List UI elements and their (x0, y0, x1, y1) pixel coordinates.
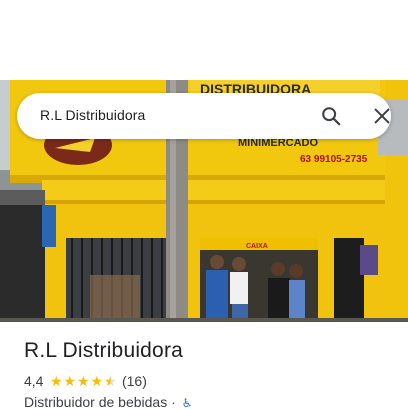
place-title: R.L Distribuidora (24, 339, 184, 362)
star-rating: ★ ★ ★ ★ ★ (49, 374, 117, 388)
phone-text: 63 99105-2735 (300, 154, 368, 165)
window-label: CAIXA (246, 243, 268, 250)
rating-value: 4,4 (24, 373, 44, 389)
search-icon[interactable] (320, 105, 342, 127)
category-label: Distribuidor de bebidas · (24, 394, 176, 410)
search-bar[interactable]: R.L Distribuidora (17, 93, 391, 139)
star-icon: ★ (90, 373, 103, 389)
star-icon: ★ (76, 373, 90, 389)
wheelchair-icon: ♿ (181, 396, 193, 410)
close-icon[interactable] (371, 105, 393, 127)
star-half-icon: ★ (103, 373, 117, 389)
star-icon: ★ (63, 373, 76, 389)
star-icon: ★ (49, 373, 63, 389)
category-row: Distribuidor de bebidas · ♿ (24, 394, 192, 410)
search-input[interactable]: R.L Distribuidora (40, 107, 145, 123)
rating-row[interactable]: 4,4 ★ ★ ★ ★ ★ (16) (24, 372, 147, 390)
review-count[interactable]: (16) (122, 373, 147, 389)
